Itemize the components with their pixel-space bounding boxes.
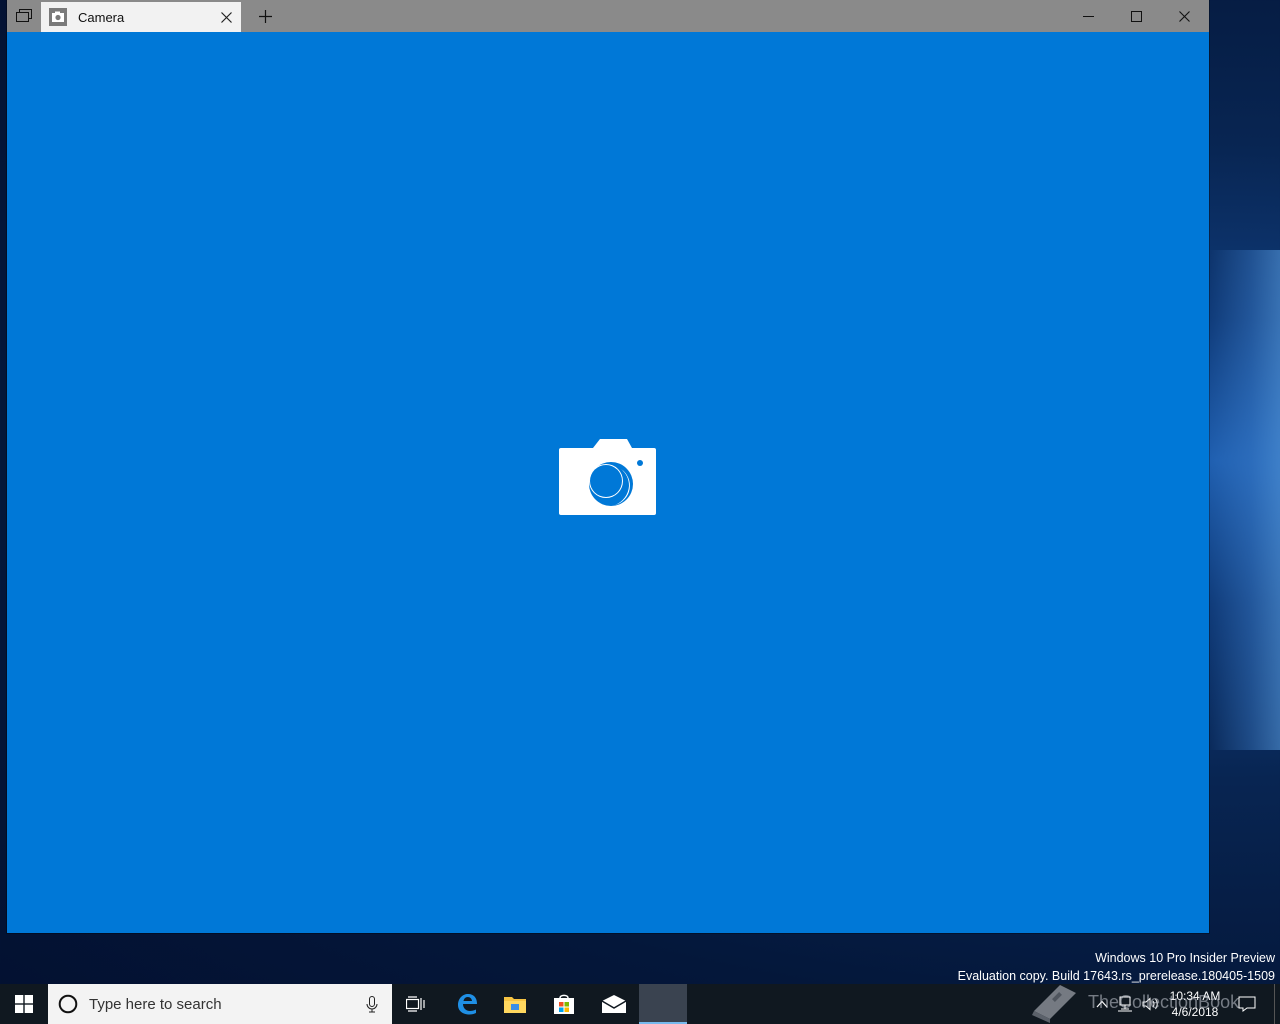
site-logo-text: TheCollectionBook [1088, 991, 1240, 1012]
show-desktop-button[interactable] [1274, 984, 1280, 1024]
microphone-icon[interactable] [366, 996, 378, 1013]
camera-splash-screen [7, 32, 1209, 933]
minimize-button[interactable] [1064, 0, 1112, 32]
close-window-button[interactable] [1160, 0, 1208, 32]
minimize-icon [1082, 15, 1094, 17]
task-view-icon [406, 996, 425, 1012]
plus-icon [258, 9, 272, 23]
store-button[interactable] [540, 984, 588, 1024]
start-button[interactable] [0, 984, 48, 1024]
desktop-wallpaper-glow [1208, 250, 1280, 750]
new-tab-button[interactable] [247, 0, 283, 32]
cortana-icon [58, 994, 78, 1014]
store-icon [554, 994, 574, 1014]
site-logo-watermark: TheCollectionBook [1030, 980, 1260, 1024]
camera-tab-icon [49, 8, 67, 26]
camera-window: Camera [7, 0, 1209, 933]
search-placeholder: Type here to search [89, 995, 222, 1013]
close-icon [220, 11, 232, 23]
set-aside-tabs-button[interactable] [7, 0, 41, 32]
book-icon [1032, 985, 1076, 1023]
mail-icon [602, 995, 626, 1013]
edition-text: Windows 10 Pro Insider Preview [1095, 951, 1275, 965]
close-icon [1178, 10, 1190, 22]
tabs-overview-icon [16, 9, 32, 22]
maximize-icon [1130, 10, 1142, 22]
edge-icon [458, 994, 477, 1015]
search-box[interactable]: Type here to search [48, 984, 392, 1024]
tab-close-button[interactable] [219, 10, 233, 24]
camera-icon [559, 439, 656, 515]
mail-button[interactable] [590, 984, 638, 1024]
windows-logo-icon [15, 995, 33, 1013]
title-bar[interactable]: Camera [7, 0, 1209, 32]
maximize-button[interactable] [1112, 0, 1160, 32]
tab-camera[interactable]: Camera [41, 2, 241, 32]
camera-taskbar-button[interactable] [639, 984, 687, 1024]
task-view-button[interactable] [392, 984, 440, 1024]
file-explorer-button[interactable] [491, 984, 539, 1024]
file-explorer-icon [504, 997, 526, 1013]
tab-title: Camera [78, 9, 125, 25]
edge-button[interactable] [443, 984, 491, 1024]
